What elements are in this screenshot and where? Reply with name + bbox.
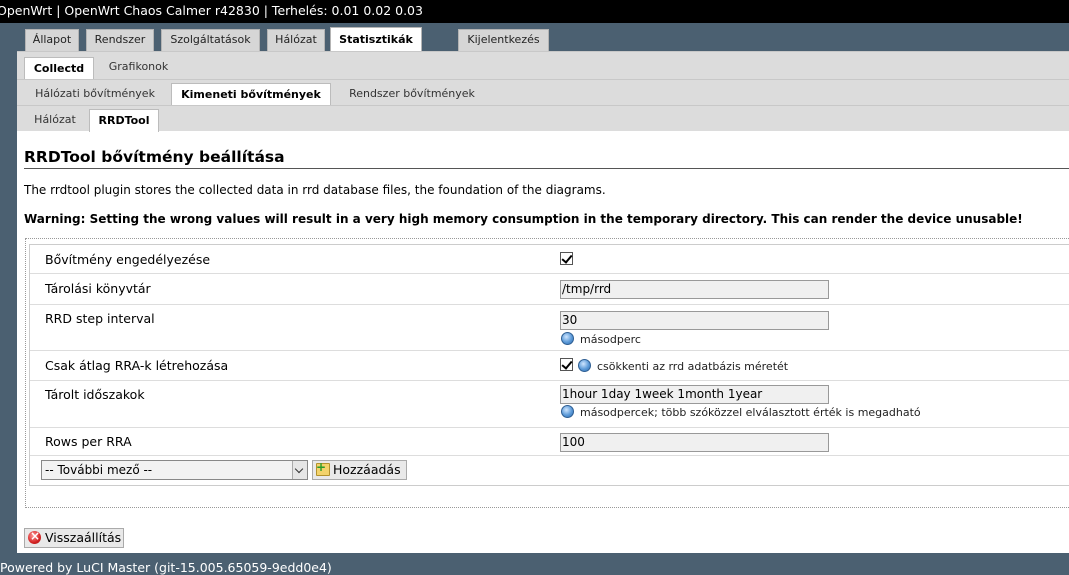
title-bar: OpenWrt | OpenWrt Chaos Calmer r42830 | … — [0, 0, 1069, 23]
step-input[interactable]: 30 — [560, 311, 829, 330]
rows-input[interactable]: 100 — [560, 433, 829, 452]
tab-status[interactable]: Állapot — [25, 29, 79, 51]
periods-label: Tárolt időszakok — [45, 387, 145, 402]
row-storage: Tárolási könyvtár /tmp/rrd — [30, 274, 1069, 305]
help-icon — [578, 359, 591, 372]
add-icon — [316, 458, 330, 476]
chevron-down-icon — [292, 461, 307, 479]
tab-network-plugins[interactable]: Hálózati bővítmények — [29, 84, 161, 104]
tab-network-output[interactable]: Hálózat — [29, 110, 81, 130]
reset-button[interactable]: Visszaállítás — [24, 527, 124, 548]
subtabs-collectd-bar: Collectd Grafikonok — [17, 51, 1069, 80]
avg-checkbox[interactable] — [560, 358, 573, 371]
tab-system-plugins[interactable]: Rendszer bővítmények — [342, 84, 482, 104]
row-periods: Tárolt időszakok 1hour 1day 1week 1month… — [30, 381, 1069, 428]
storage-label: Tárolási könyvtár — [45, 281, 151, 296]
reset-icon — [28, 527, 41, 545]
main-tabs: Állapot Rendszer Szolgáltatások Hálózat … — [0, 23, 1069, 51]
tab-system[interactable]: Rendszer — [86, 29, 154, 51]
row-rows: Rows per RRA 100 — [30, 428, 1069, 456]
footer-text: Powered by LuCI Master (git-15.005.65059… — [0, 560, 332, 575]
tab-output-plugins[interactable]: Kimeneti bővítmények — [171, 83, 331, 106]
periods-hint: másodpercek; több szóközzel elválasztott… — [580, 406, 921, 419]
content-panel: Collectd Grafikonok Hálózati bővítmények… — [17, 51, 1069, 553]
row-avg: Csak átlag RRA-k létrehozása csökkenti a… — [30, 351, 1069, 381]
page-description: The rrdtool plugin stores the collected … — [24, 183, 606, 197]
tab-network[interactable]: Hálózat — [267, 29, 325, 51]
help-icon — [561, 332, 574, 345]
tab-collectd[interactable]: Collectd — [24, 57, 94, 80]
add-button[interactable]: Hozzáadás — [312, 458, 407, 480]
subtabs-plugins-bar: Hálózati bővítmények Kimeneti bővítménye… — [17, 79, 1069, 106]
periods-input[interactable]: 1hour 1day 1week 1month 1year — [560, 385, 829, 404]
storage-input[interactable]: /tmp/rrd — [560, 280, 829, 299]
tab-logout[interactable]: Kijelentkezés — [458, 29, 549, 51]
add-button-label: Hozzáadás — [333, 462, 401, 477]
enable-label: Bővítmény engedélyezése — [45, 252, 211, 267]
step-label: RRD step interval — [45, 311, 155, 326]
avg-hint: csökkenti az rrd adatbázis méretét — [597, 360, 789, 373]
tab-services[interactable]: Szolgáltatások — [161, 29, 260, 51]
footer: Powered by LuCI Master (git-15.005.65059… — [0, 560, 332, 575]
tab-graphs[interactable]: Grafikonok — [101, 57, 176, 77]
help-icon — [561, 405, 574, 418]
more-field-select-value: -- További mező -- — [45, 463, 153, 477]
page-title: RRDTool bővítmény beállítása — [24, 148, 1069, 169]
more-field-select[interactable]: -- További mező -- — [41, 460, 308, 480]
avg-label: Csak átlag RRA-k létrehozása — [45, 358, 229, 373]
row-step: RRD step interval 30 másodperc — [30, 305, 1069, 351]
tab-statistics[interactable]: Statisztikák — [330, 27, 422, 51]
tab-rrdtool[interactable]: RRDTool — [89, 109, 159, 132]
row-enable: Bővítmény engedélyezése — [30, 245, 1069, 274]
reset-button-label: Visszaállítás — [45, 530, 122, 545]
subtabs-output-bar: Hálózat RRDTool — [17, 105, 1069, 132]
page-header-title: OpenWrt | OpenWrt Chaos Calmer r42830 | … — [0, 3, 423, 18]
rows-label: Rows per RRA — [45, 434, 132, 449]
step-hint: másodperc — [580, 333, 641, 346]
enable-checkbox[interactable] — [560, 252, 573, 265]
page-warning: Warning: Setting the wrong values will r… — [24, 212, 1023, 226]
